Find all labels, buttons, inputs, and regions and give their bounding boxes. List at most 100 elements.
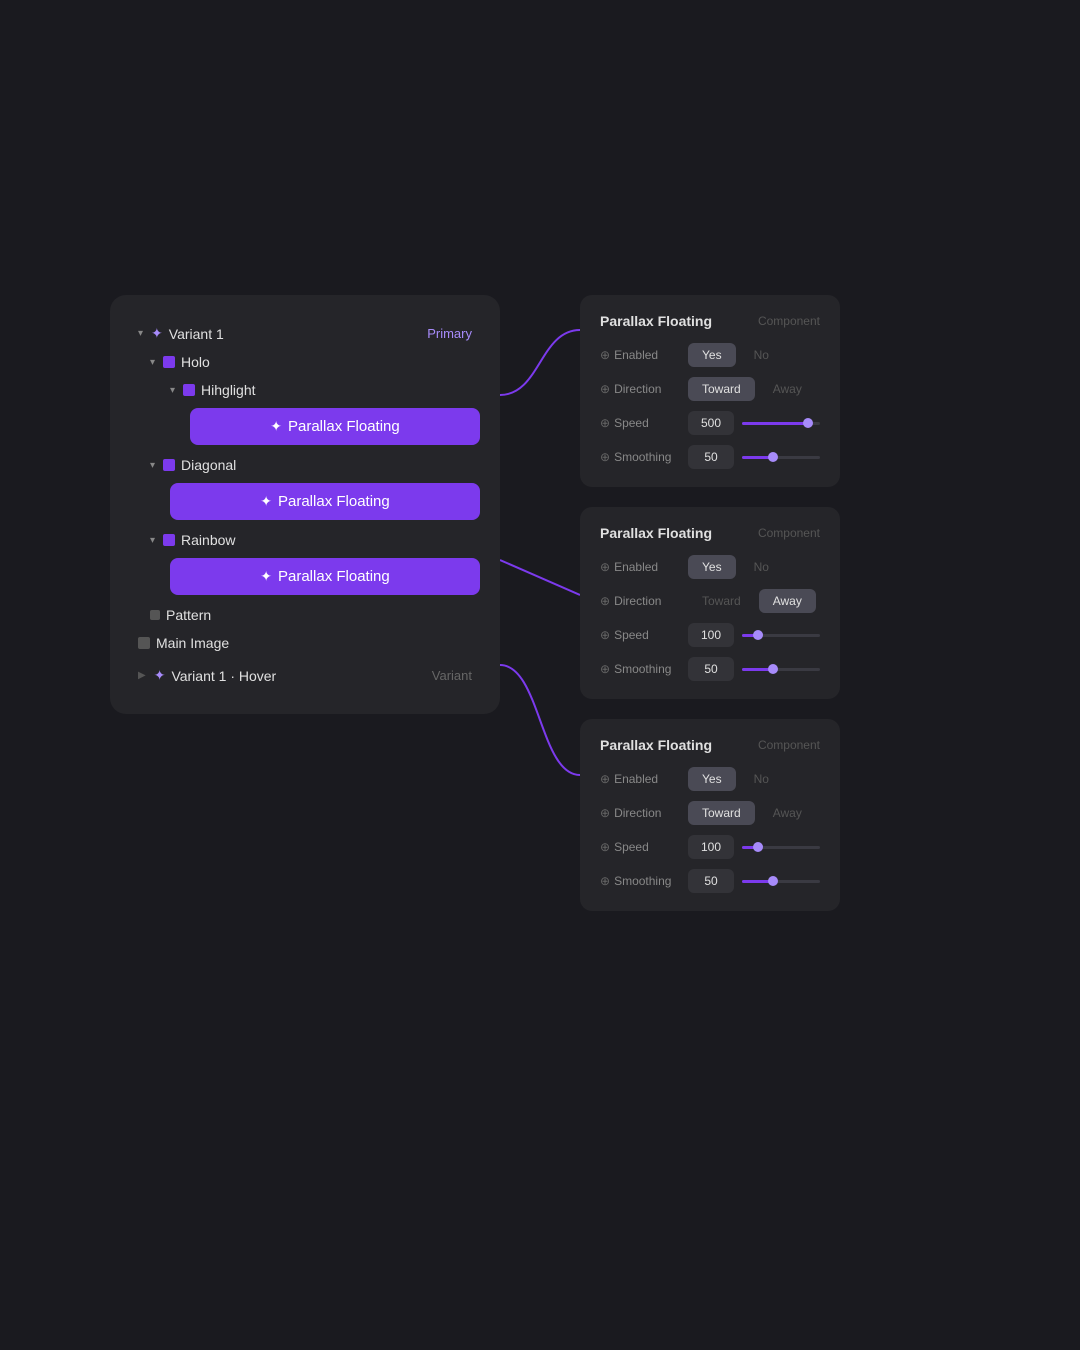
slider-thumb[interactable] xyxy=(768,876,778,886)
prop-label-direction-1: ⊕ Direction xyxy=(600,382,680,396)
prop-panel-2-title: Parallax Floating xyxy=(600,525,712,541)
prop-label-direction-2: ⊕ Direction xyxy=(600,594,680,608)
component-icon: ✦ xyxy=(270,418,282,435)
plus-icon: ⊕ xyxy=(600,560,610,574)
btn-toward-2[interactable]: Toward xyxy=(688,589,755,613)
layer-item-highlight[interactable]: ▾ Hihglight xyxy=(130,376,480,404)
connector-svg xyxy=(500,175,580,935)
rect-icon xyxy=(163,356,175,368)
arrow-icon: ▾ xyxy=(150,535,155,546)
smoothing-value-1[interactable]: 50 xyxy=(688,445,734,469)
speed-slider-1[interactable] xyxy=(742,422,820,425)
speed-value-2[interactable]: 100 xyxy=(688,623,734,647)
btn-group-direction-1: Toward Away xyxy=(688,377,816,401)
btn-yes-1[interactable]: Yes xyxy=(688,343,736,367)
speed-value-3[interactable]: 100 xyxy=(688,835,734,859)
smoothing-slider-2[interactable] xyxy=(742,668,820,671)
prop-label-enabled-3: ⊕ Enabled xyxy=(600,772,680,786)
smoothing-slider-1[interactable] xyxy=(742,456,820,459)
btn-away-3[interactable]: Away xyxy=(759,801,816,825)
btn-yes-2[interactable]: Yes xyxy=(688,555,736,579)
slider-thumb[interactable] xyxy=(768,664,778,674)
smoothing-slider-3[interactable] xyxy=(742,880,820,883)
btn-no-3[interactable]: No xyxy=(740,767,783,791)
component-icon: ✦ xyxy=(260,493,272,510)
prop-panel-1: Parallax Floating Component ⊕ Enabled Ye… xyxy=(580,295,840,487)
layer-item-parallax3[interactable]: ✦ Parallax Floating xyxy=(170,558,480,595)
layer-label: Holo xyxy=(181,354,210,370)
btn-group-direction-2: Toward Away xyxy=(688,589,816,613)
layer-item-mainimage[interactable]: Main Image xyxy=(130,629,480,657)
layer-panel: ▾ ✦ Variant 1 Primary ▾ Holo ▾ Hihglight… xyxy=(110,295,500,714)
arrow-icon: ▾ xyxy=(150,460,155,471)
layer-label: Hihglight xyxy=(201,382,255,398)
prop-label-enabled-1: ⊕ Enabled xyxy=(600,348,680,362)
btn-toward-3[interactable]: Toward xyxy=(688,801,755,825)
plus-icon: ⊕ xyxy=(600,874,610,888)
prop-label-direction-3: ⊕ Direction xyxy=(600,806,680,820)
prop-panel-2-type: Component xyxy=(758,526,820,540)
plus-icon: ⊕ xyxy=(600,450,610,464)
plus-icon: ⊕ xyxy=(600,806,610,820)
layer-item-holo[interactable]: ▾ Holo xyxy=(130,348,480,376)
layer-label: Rainbow xyxy=(181,532,235,548)
prop-row-direction-3: ⊕ Direction Toward Away xyxy=(600,801,820,825)
prop-row-speed-3: ⊕ Speed 100 xyxy=(600,835,820,859)
slider-fill xyxy=(742,422,808,425)
plus-icon: ⊕ xyxy=(600,772,610,786)
prop-row-enabled-3: ⊕ Enabled Yes No xyxy=(600,767,820,791)
btn-no-2[interactable]: No xyxy=(740,555,783,579)
speed-slider-3[interactable] xyxy=(742,846,820,849)
prop-panel-2-header: Parallax Floating Component xyxy=(600,525,820,541)
prop-panel-3-header: Parallax Floating Component xyxy=(600,737,820,753)
prop-row-smoothing-2: ⊕ Smoothing 50 xyxy=(600,657,820,681)
slider-thumb[interactable] xyxy=(768,452,778,462)
layer-item-parallax2[interactable]: ✦ Parallax Floating xyxy=(170,483,480,520)
btn-toward-1[interactable]: Toward xyxy=(688,377,755,401)
prop-panel-3-type: Component xyxy=(758,738,820,752)
prop-label-speed-2: ⊕ Speed xyxy=(600,628,680,642)
component-icon: ✦ xyxy=(260,568,272,585)
slider-thumb[interactable] xyxy=(753,630,763,640)
rect-icon xyxy=(138,637,150,649)
rect-icon xyxy=(163,534,175,546)
layer-item-variant1[interactable]: ▾ ✦ Variant 1 Primary xyxy=(130,319,480,348)
layer-label: Parallax Floating xyxy=(278,568,390,585)
slider-track xyxy=(742,456,820,459)
plus-icon: ⊕ xyxy=(600,628,610,642)
layer-label: Main Image xyxy=(156,635,229,651)
slider-track xyxy=(742,634,820,637)
prop-row-enabled-2: ⊕ Enabled Yes No xyxy=(600,555,820,579)
layer-item-rainbow[interactable]: ▾ Rainbow xyxy=(130,526,480,554)
layer-item-variant1hover[interactable]: ▶ ✦ Variant 1 · Hover Variant xyxy=(130,661,480,690)
speed-slider-2[interactable] xyxy=(742,634,820,637)
btn-away-1[interactable]: Away xyxy=(759,377,816,401)
plus-icon: ⊕ xyxy=(600,662,610,676)
prop-row-direction-1: ⊕ Direction Toward Away xyxy=(600,377,820,401)
prop-panel-1-title: Parallax Floating xyxy=(600,313,712,329)
prop-label-smoothing-3: ⊕ Smoothing xyxy=(600,874,680,888)
prop-label-smoothing-2: ⊕ Smoothing xyxy=(600,662,680,676)
layer-item-diagonal[interactable]: ▾ Diagonal xyxy=(130,451,480,479)
slider-thumb[interactable] xyxy=(753,842,763,852)
btn-group-direction-3: Toward Away xyxy=(688,801,816,825)
btn-away-2[interactable]: Away xyxy=(759,589,816,613)
layer-item-parallax1[interactable]: ✦ Parallax Floating xyxy=(190,408,480,445)
smoothing-value-2[interactable]: 50 xyxy=(688,657,734,681)
prop-row-direction-2: ⊕ Direction Toward Away xyxy=(600,589,820,613)
plus-icon: ⊕ xyxy=(600,382,610,396)
btn-yes-3[interactable]: Yes xyxy=(688,767,736,791)
component-icon: ✦ xyxy=(151,325,163,342)
prop-row-speed-2: ⊕ Speed 100 xyxy=(600,623,820,647)
btn-no-1[interactable]: No xyxy=(740,343,783,367)
plus-icon: ⊕ xyxy=(600,594,610,608)
layer-label: Diagonal xyxy=(181,457,236,473)
layer-label: Parallax Floating xyxy=(278,493,390,510)
layer-item-pattern[interactable]: Pattern xyxy=(130,601,480,629)
smoothing-value-3[interactable]: 50 xyxy=(688,869,734,893)
prop-label-speed-1: ⊕ Speed xyxy=(600,416,680,430)
speed-value-1[interactable]: 500 xyxy=(688,411,734,435)
layer-label: Variant 1 · Hover xyxy=(171,668,276,684)
layer-label: Variant 1 xyxy=(169,326,224,342)
slider-thumb[interactable] xyxy=(803,418,813,428)
